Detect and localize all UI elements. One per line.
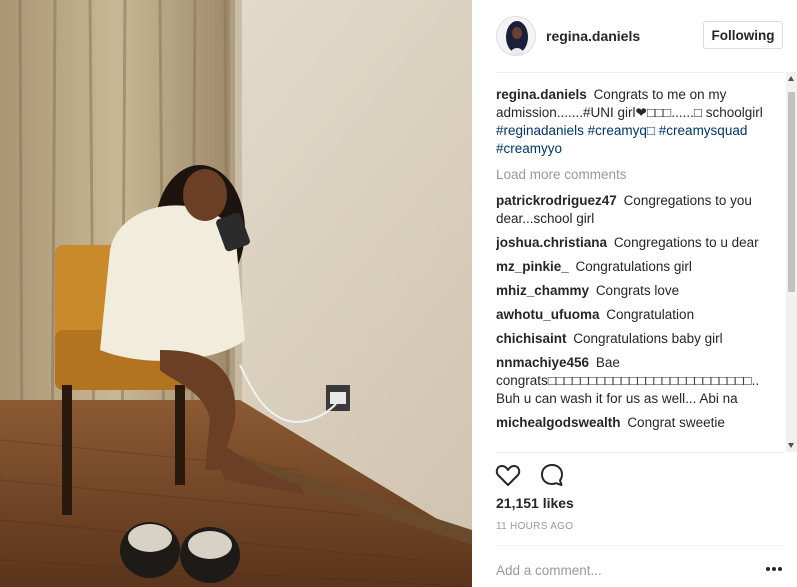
comment-text: Congrat sweetie (627, 415, 725, 430)
comment-item: chichisaint Congratulations baby girl (496, 330, 786, 348)
hashtag-link[interactable]: #creamyq□ (588, 123, 655, 138)
speech-bubble-icon[interactable] (538, 461, 566, 489)
post-photo[interactable] (0, 0, 472, 587)
comment-username[interactable]: awhotu_ufuoma (496, 307, 600, 322)
following-button[interactable]: Following (703, 21, 783, 49)
comment-username[interactable]: nnmachiye456 (496, 355, 589, 370)
comments-divider (496, 452, 784, 453)
comment-item: patrickrodriguez47 Congregations to you … (496, 192, 786, 228)
comment-text: Congratulations baby girl (573, 331, 723, 346)
header-divider (496, 72, 784, 73)
scroll-up-arrow-icon[interactable] (788, 76, 794, 81)
post-caption: regina.daniels Congrats to me on my admi… (496, 86, 786, 158)
comment-text: Congrats love (595, 283, 680, 298)
comment-text: Congregations to u dear (613, 235, 759, 250)
more-options-icon[interactable] (764, 562, 784, 576)
comment-item: mhiz_chammy Congrats love (496, 282, 786, 300)
post-timestamp: 11 HOURS AGO (496, 521, 574, 532)
scroll-down-arrow-icon[interactable] (788, 443, 794, 448)
caption-username[interactable]: regina.daniels (496, 87, 587, 102)
comment-text: Congratulations girl (575, 259, 692, 274)
add-comment-input[interactable] (496, 560, 736, 580)
hashtag-link[interactable]: #reginadaniels (496, 123, 584, 138)
comment-item: nnmachiye456 Bae congrats□□□□□□□□□□□□□□□… (496, 354, 786, 408)
comments-scrollbar[interactable] (786, 72, 797, 452)
comment-username[interactable]: mz_pinkie_ (496, 259, 569, 274)
scrollbar-thumb[interactable] (788, 92, 795, 292)
comment-item: joshua.christiana Congregations to u dea… (496, 234, 786, 252)
comment-username[interactable]: chichisaint (496, 331, 567, 346)
hashtag-link[interactable]: #creamyyo (496, 141, 562, 156)
comment-username[interactable]: joshua.christiana (496, 235, 607, 250)
hashtag-link[interactable]: #creamysquad (659, 123, 748, 138)
load-more-comments-link[interactable]: Load more comments (496, 166, 786, 184)
comment-text: Congratulation (606, 307, 695, 322)
photo-illustration (0, 0, 472, 587)
post-author-username[interactable]: regina.daniels (546, 28, 640, 44)
footer-divider (496, 545, 784, 546)
instagram-post-view: regina.daniels Following regina.daniels … (0, 0, 797, 587)
comment-item: awhotu_ufuoma Congratulation (496, 306, 786, 324)
comment-username[interactable]: mhiz_chammy (496, 283, 589, 298)
like-count[interactable]: 21,151 likes (496, 495, 574, 511)
avatar-image (497, 17, 535, 55)
post-side-panel: regina.daniels Following regina.daniels … (472, 0, 797, 587)
avatar[interactable] (496, 16, 536, 56)
comment-username[interactable]: michealgodswealth (496, 415, 621, 430)
comment-item: mz_pinkie_ Congratulations girl (496, 258, 786, 276)
heart-icon[interactable] (494, 461, 522, 489)
comment-item: michealgodswealth Congrat sweetie (496, 414, 786, 432)
comment-username[interactable]: patrickrodriguez47 (496, 193, 617, 208)
post-actions (494, 461, 566, 491)
comments-list[interactable]: regina.daniels Congrats to me on my admi… (496, 86, 786, 452)
